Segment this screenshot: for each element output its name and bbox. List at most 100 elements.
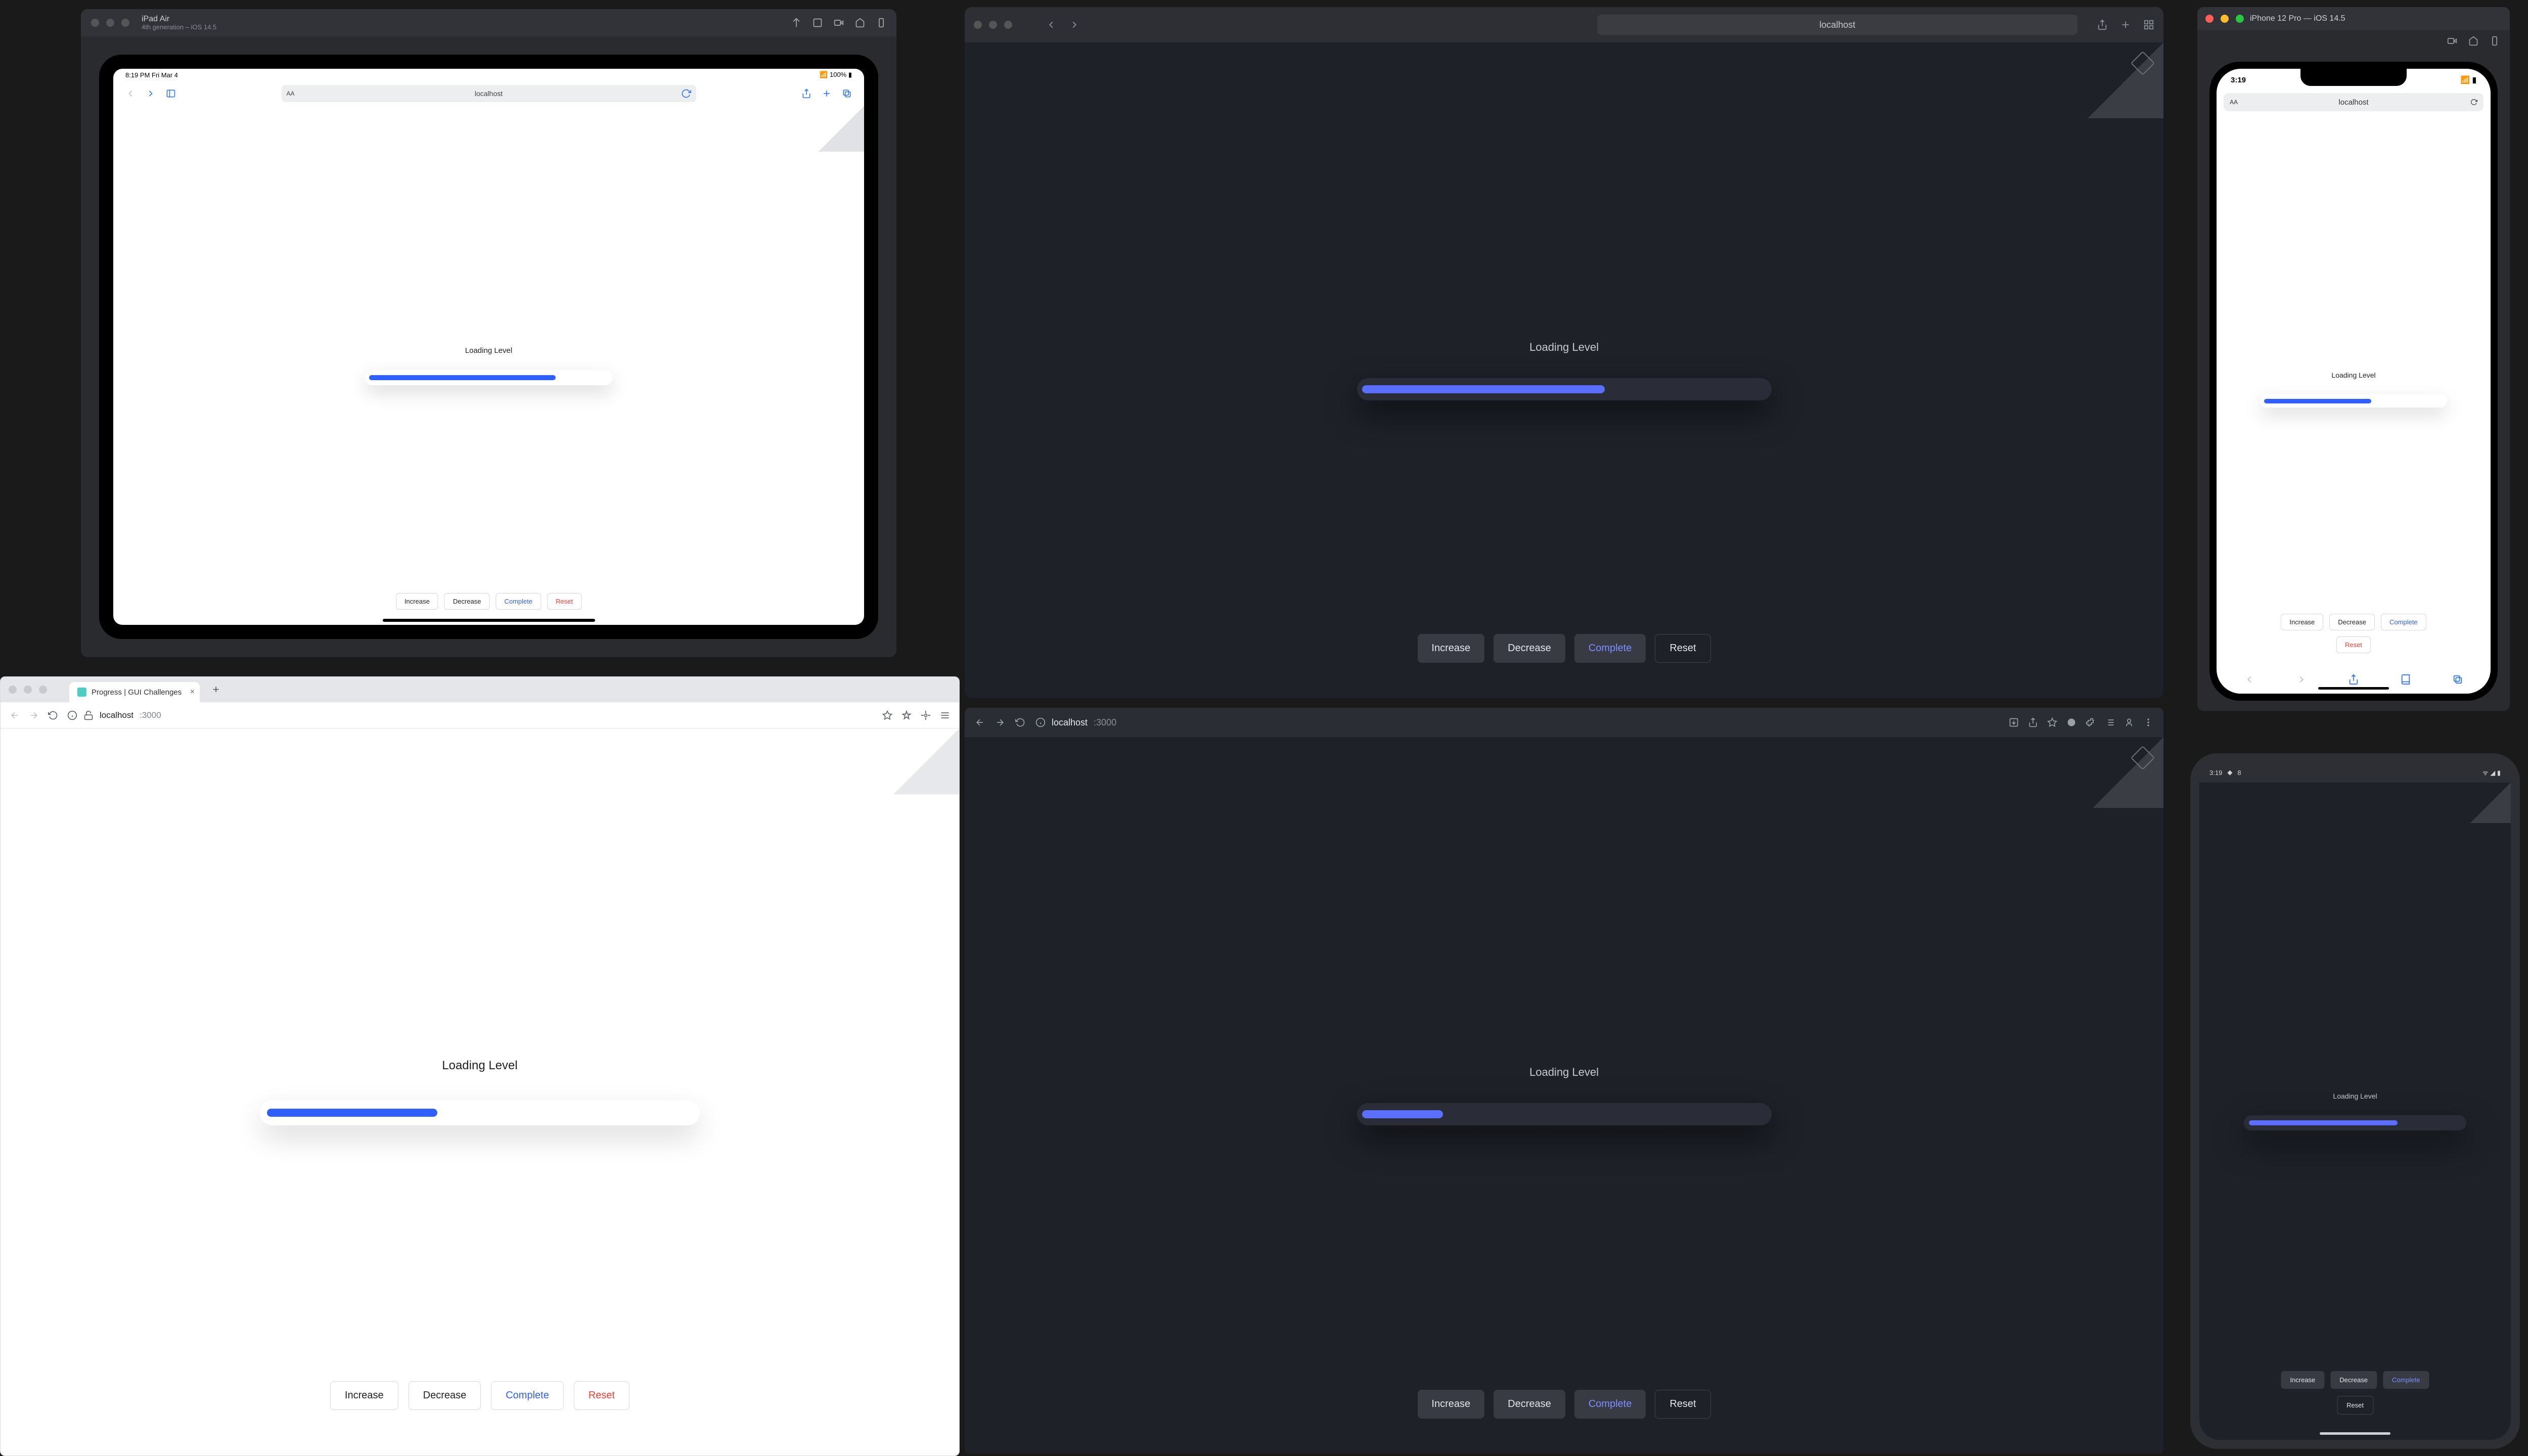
rotate-icon[interactable] — [876, 18, 886, 28]
share-icon[interactable] — [2028, 717, 2038, 727]
home-icon[interactable] — [2468, 36, 2478, 46]
reader-icon[interactable]: AA — [2230, 99, 2238, 106]
insecure-icon — [83, 710, 94, 720]
browser-tab[interactable]: Progress | GUI Challenges × — [69, 682, 200, 702]
chrome-address-bar[interactable]: localhost:3000 — [67, 706, 873, 724]
zoom-traffic-light[interactable] — [39, 686, 47, 694]
back-icon[interactable] — [10, 710, 20, 720]
reset-button[interactable]: Reset — [574, 1381, 629, 1410]
increase-button[interactable]: Increase — [1417, 634, 1484, 663]
decrease-button[interactable]: Decrease — [409, 1381, 481, 1410]
zoom-traffic-light[interactable] — [1004, 21, 1012, 29]
complete-button[interactable]: Complete — [2383, 1371, 2429, 1389]
reading-list-icon[interactable] — [2105, 717, 2115, 727]
reset-button[interactable]: Reset — [2337, 1396, 2373, 1415]
reload-icon[interactable] — [681, 88, 691, 99]
chrome-dark-address-bar[interactable]: localhost:3000 — [1035, 717, 1999, 728]
close-traffic-light[interactable] — [9, 686, 17, 694]
increase-button[interactable]: Increase — [1417, 1390, 1484, 1419]
new-tab-icon[interactable] — [822, 88, 832, 99]
reset-button[interactable]: Reset — [1655, 1390, 1710, 1419]
reload-icon[interactable] — [48, 710, 58, 720]
back-icon[interactable] — [2244, 674, 2255, 685]
screenshot-icon[interactable] — [812, 18, 823, 28]
record-icon[interactable] — [834, 18, 844, 28]
increase-button[interactable]: Increase — [330, 1381, 398, 1410]
iphone-address-bar[interactable]: AA localhost — [2224, 93, 2484, 111]
reload-icon[interactable] — [2470, 99, 2477, 106]
minimize-traffic-light[interactable] — [106, 19, 114, 27]
share-icon[interactable] — [801, 88, 811, 99]
forward-icon[interactable] — [146, 88, 156, 99]
site-info-icon[interactable] — [1035, 717, 1046, 727]
increase-button[interactable]: Increase — [396, 593, 438, 610]
zoom-traffic-light[interactable] — [2236, 15, 2244, 23]
complete-button[interactable]: Complete — [491, 1381, 564, 1410]
decrease-button[interactable]: Decrease — [444, 593, 490, 610]
screenshot-icon[interactable] — [2447, 36, 2457, 46]
decrease-button[interactable]: Decrease — [2330, 1371, 2377, 1389]
close-traffic-light[interactable] — [2205, 15, 2214, 23]
bookmark-icon[interactable] — [882, 710, 892, 720]
close-traffic-light[interactable] — [974, 21, 982, 29]
complete-button[interactable]: Complete — [495, 593, 541, 610]
increase-button[interactable]: Increase — [2281, 614, 2323, 630]
menu-icon[interactable] — [2143, 717, 2153, 727]
ipad-address-bar[interactable]: AA localhost — [282, 85, 696, 102]
forward-icon[interactable] — [995, 717, 1005, 727]
install-app-icon[interactable] — [2009, 717, 2019, 727]
tabs-icon[interactable] — [842, 88, 852, 99]
forward-icon[interactable] — [1069, 19, 1080, 30]
tabs-icon[interactable] — [2452, 674, 2463, 685]
extensions-icon[interactable] — [901, 710, 912, 720]
increase-button[interactable]: Increase — [2281, 1371, 2324, 1389]
home-indicator[interactable] — [2320, 1432, 2390, 1435]
android-viewport: Loading Level Increase Decrease Complete… — [2199, 783, 2511, 1440]
rotate-icon[interactable] — [2490, 36, 2500, 46]
home-indicator[interactable] — [383, 619, 595, 622]
back-icon[interactable] — [975, 717, 985, 727]
bookmark-icon[interactable] — [2047, 717, 2057, 727]
sidebar-icon[interactable] — [166, 88, 176, 99]
new-tab-icon[interactable] — [2120, 19, 2131, 30]
chrome-dark-viewport: Loading Level Increase Decrease Complete… — [965, 737, 2163, 1454]
zoom-traffic-light[interactable] — [121, 19, 129, 27]
close-tab-icon[interactable]: × — [190, 688, 195, 697]
minimize-traffic-light[interactable] — [2221, 15, 2229, 23]
site-info-icon[interactable] — [67, 710, 77, 720]
decrease-button[interactable]: Decrease — [2329, 614, 2375, 630]
share-icon[interactable] — [2348, 674, 2359, 685]
minimize-traffic-light[interactable] — [24, 686, 32, 694]
reset-button[interactable]: Reset — [2336, 636, 2371, 653]
tabs-overview-icon[interactable] — [2143, 19, 2154, 30]
profile-icon[interactable] — [2124, 717, 2134, 727]
complete-button[interactable]: Complete — [1574, 1390, 1646, 1419]
bookmarks-icon[interactable] — [2400, 674, 2411, 685]
decrease-button[interactable]: Decrease — [1494, 634, 1565, 663]
extension-visbug-icon[interactable] — [2066, 717, 2076, 727]
decrease-button[interactable]: Decrease — [1494, 1390, 1565, 1419]
reader-icon[interactable]: AA — [287, 90, 295, 97]
new-tab-button[interactable]: + — [209, 682, 223, 697]
minimize-traffic-light[interactable] — [989, 21, 997, 29]
complete-button[interactable]: Complete — [2381, 614, 2426, 630]
menu-icon[interactable] — [940, 710, 950, 720]
forward-icon[interactable] — [2296, 674, 2307, 685]
status-indicators: 📶 ▮ — [2461, 75, 2476, 84]
reset-button[interactable]: Reset — [547, 593, 581, 610]
reload-icon[interactable] — [1015, 717, 1025, 727]
close-traffic-light[interactable] — [91, 19, 99, 27]
extensions-icon[interactable] — [2086, 717, 2096, 727]
reset-button[interactable]: Reset — [1655, 634, 1710, 663]
pin-icon[interactable] — [791, 18, 801, 28]
share-icon[interactable] — [2097, 19, 2108, 30]
home-icon[interactable] — [855, 18, 865, 28]
back-icon[interactable] — [125, 88, 136, 99]
back-icon[interactable] — [1046, 19, 1057, 30]
devtools-icon[interactable] — [921, 710, 931, 720]
safari-address-bar[interactable]: localhost — [1597, 15, 2078, 35]
complete-button[interactable]: Complete — [1574, 634, 1646, 663]
forward-icon[interactable] — [29, 710, 39, 720]
chrome-tab-strip: Progress | GUI Challenges × + — [1, 677, 959, 702]
home-indicator[interactable] — [2318, 687, 2389, 690]
